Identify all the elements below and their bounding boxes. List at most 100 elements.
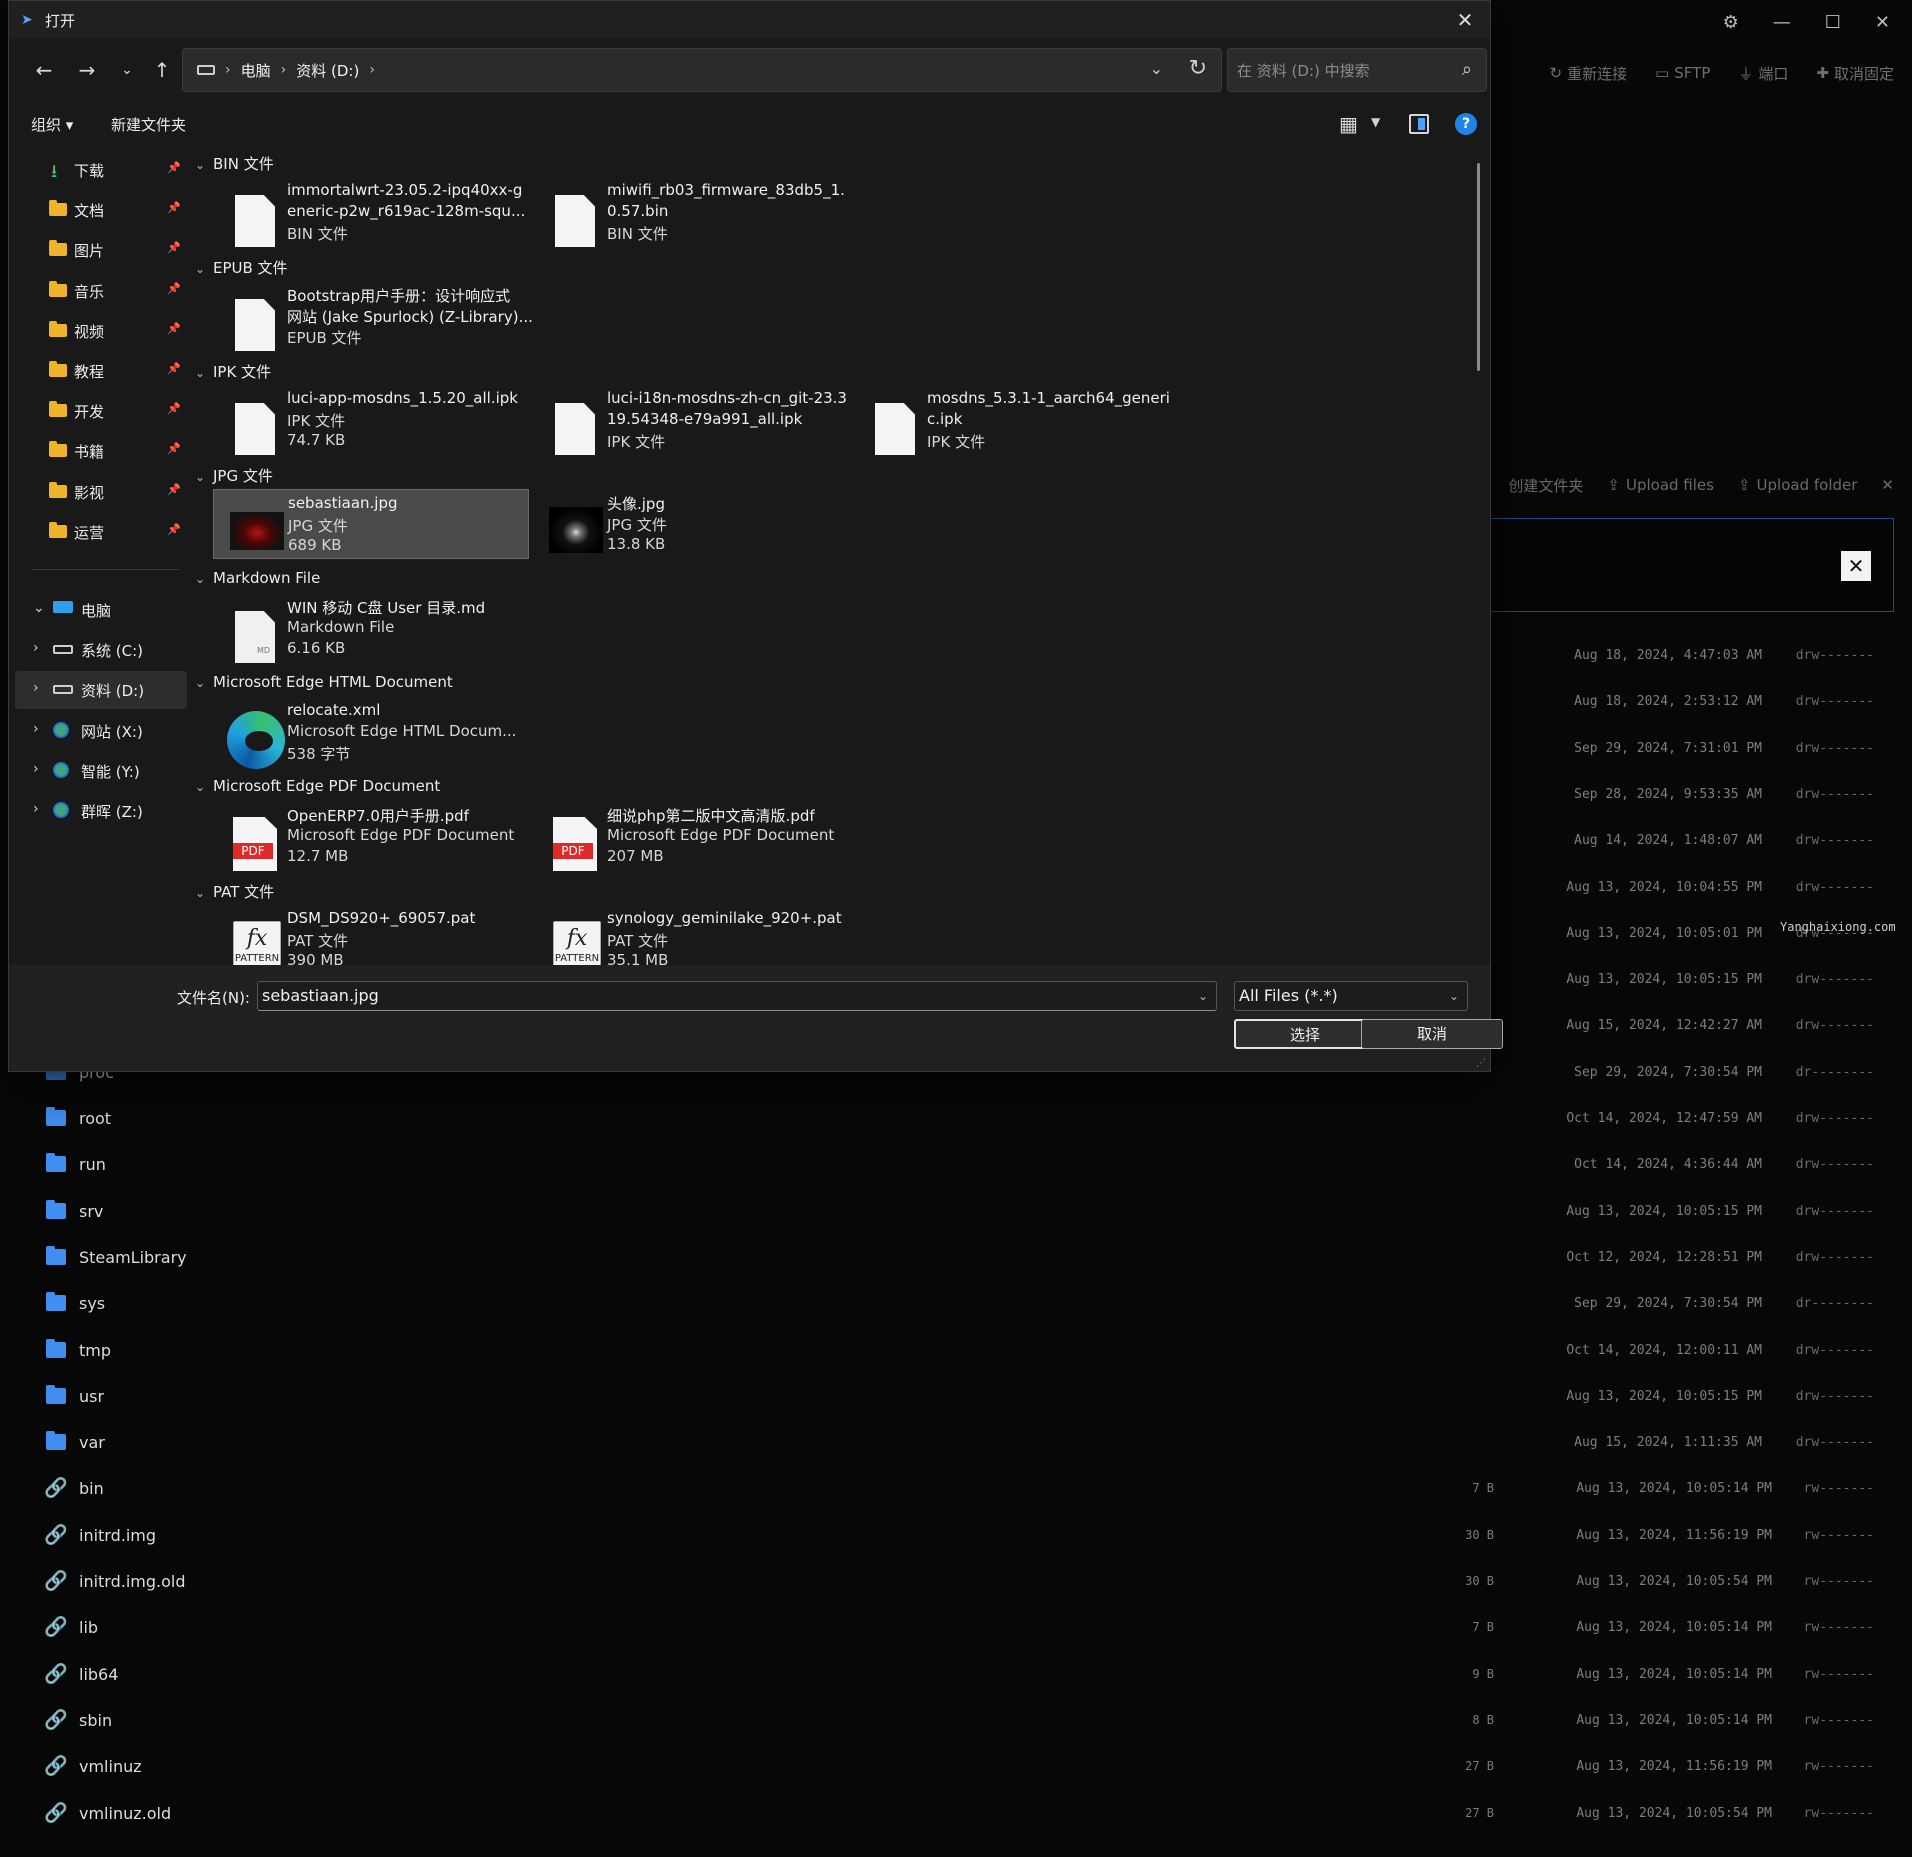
quick-access-item[interactable]: 视频 📌: [15, 312, 187, 350]
file-item[interactable]: fx PATTERN DSM_DS920+_69057.pat PAT 文件 390 M…: [213, 905, 529, 965]
group-collapse-chevron-icon[interactable]: ⌄: [195, 780, 213, 794]
reconnect-button[interactable]: ↻ 重新连接: [1550, 63, 1628, 84]
tree-item[interactable]: › 智能 (Y:): [15, 752, 187, 790]
group-collapse-chevron-icon[interactable]: ⌄: [195, 886, 213, 900]
maximize-icon[interactable]: ☐: [1825, 12, 1841, 33]
tree-item[interactable]: › 系统 (C:): [15, 631, 187, 669]
back-arrow-icon[interactable]: ←: [29, 56, 59, 84]
tree-item[interactable]: › 群晖 (Z:): [15, 792, 187, 830]
chevron-down-icon[interactable]: ⌄: [1198, 982, 1208, 1010]
tree-expand-chevron-icon[interactable]: ›: [33, 721, 39, 737]
filename-input[interactable]: sebastiaan.jpg ⌄: [257, 981, 1217, 1011]
file-item[interactable]: Bootstrap用户手册：设计响应式 网站 (Jake Spurlock) (Z…: [213, 281, 533, 351]
breadcrumb-drive-d[interactable]: 资料 (D:): [296, 60, 359, 81]
up-arrow-icon[interactable]: ↑: [147, 56, 177, 84]
tree-item[interactable]: ⌄ 电脑: [15, 591, 187, 629]
group-collapse-chevron-icon[interactable]: ⌄: [195, 262, 213, 276]
tree-expand-chevron-icon[interactable]: ›: [33, 680, 39, 696]
search-icon[interactable]: ⌕: [1462, 59, 1472, 80]
organize-menu-button[interactable]: 组织 ▾: [31, 114, 73, 135]
port-button[interactable]: ⏚ 端口: [1738, 63, 1788, 84]
pin-icon[interactable]: 📌: [167, 161, 181, 174]
group-collapse-chevron-icon[interactable]: ⌄: [195, 470, 213, 484]
settings-icon[interactable]: ⚙: [1723, 12, 1739, 33]
remote-file-row[interactable]: usr Aug 13, 2024, 10:05:15 PM drw-------: [0, 1375, 1912, 1421]
group-collapse-chevron-icon[interactable]: ⌄: [195, 366, 213, 380]
refresh-icon[interactable]: ↻: [1189, 56, 1207, 81]
pin-icon[interactable]: 📌: [167, 201, 181, 214]
modal-close-button[interactable]: ✕: [1841, 551, 1871, 581]
remote-file-row[interactable]: srv Aug 13, 2024, 10:05:15 PM drw-------: [0, 1190, 1912, 1236]
file-item[interactable]: PDF OpenERP7.0用户手册.pdf Microsoft Edge PDF …: [213, 801, 529, 871]
pin-icon[interactable]: 📌: [167, 523, 181, 536]
view-options-icon[interactable]: ▦: [1339, 112, 1358, 136]
pin-icon[interactable]: 📌: [167, 282, 181, 295]
remote-file-row[interactable]: run Oct 14, 2024, 4:36:44 AM drw-------: [0, 1143, 1912, 1189]
file-group-header[interactable]: ⌄ JPG 文件: [195, 465, 273, 486]
resize-grip-icon[interactable]: ⋰: [1476, 1058, 1486, 1069]
create-folder-button[interactable]: 创建文件夹: [1508, 475, 1583, 496]
quick-access-item[interactable]: 运营 📌: [15, 513, 187, 551]
file-item[interactable]: luci-app-mosdns_1.5.20_all.ipk IPK 文件 74.7…: [213, 385, 529, 455]
view-dropdown-chevron-icon[interactable]: ▼: [1371, 115, 1380, 129]
file-item[interactable]: sebastiaan.jpg JPG 文件 689 KB: [213, 489, 529, 559]
remote-file-row[interactable]: 🔗 lib 7 B Aug 13, 2024, 10:05:14 PM rw------…: [0, 1606, 1912, 1652]
pin-icon[interactable]: 📌: [167, 483, 181, 496]
file-item[interactable]: miwifi_rb03_firmware_83db5_1. 0.57.bin BIN…: [533, 177, 849, 247]
search-input[interactable]: 在 资料 (D:) 中搜索 ⌕: [1227, 48, 1487, 92]
quick-access-item[interactable]: 文档 📌: [15, 191, 187, 229]
remote-file-row[interactable]: 🔗 sbin 8 B Aug 13, 2024, 10:05:14 PM rw-----…: [0, 1699, 1912, 1745]
remote-file-row[interactable]: tmp Oct 14, 2024, 12:00:11 AM drw-------: [0, 1329, 1912, 1375]
remote-file-row[interactable]: SteamLibrary Oct 12, 2024, 12:28:51 PM drw…: [0, 1236, 1912, 1282]
file-item[interactable]: relocate.xml Microsoft Edge HTML Docum...…: [213, 697, 529, 769]
pin-icon[interactable]: 📌: [167, 402, 181, 415]
address-history-chevron-icon[interactable]: ⌄: [1150, 59, 1163, 78]
breadcrumb-separator[interactable]: ›: [369, 62, 375, 78]
preview-pane-icon[interactable]: [1409, 114, 1429, 134]
forward-arrow-icon[interactable]: →: [72, 56, 102, 84]
tree-expand-chevron-icon[interactable]: ›: [33, 761, 39, 777]
cancel-button[interactable]: 取消: [1361, 1019, 1503, 1049]
remote-file-row[interactable]: 🔗 initrd.img 30 B Aug 13, 2024, 11:56:19 PM…: [0, 1514, 1912, 1560]
new-folder-button[interactable]: 新建文件夹: [111, 114, 186, 135]
remote-file-row[interactable]: 🔗 lib64 9 B Aug 13, 2024, 10:05:14 PM rw----…: [0, 1653, 1912, 1699]
group-collapse-chevron-icon[interactable]: ⌄: [195, 572, 213, 586]
remote-file-row[interactable]: sys Sep 29, 2024, 7:30:54 PM dr--------: [0, 1282, 1912, 1328]
file-group-header[interactable]: ⌄ BIN 文件: [195, 153, 274, 174]
upload-files-button[interactable]: ⇪ Upload files: [1607, 476, 1714, 494]
file-item[interactable]: WIN 移动 C盘 User 目录.mdMarkdown File 6.16 KB: [213, 593, 529, 663]
file-item[interactable]: PDF 细说php第二版中文高清版.pdf Microsoft Edge PDF D…: [533, 801, 849, 871]
file-group-header[interactable]: ⌄ IPK 文件: [195, 361, 271, 382]
recent-locations-chevron-icon[interactable]: ⌄: [112, 56, 142, 84]
upload-folder-button[interactable]: ⇪ Upload folder: [1738, 476, 1857, 494]
file-group-header[interactable]: ⌄ EPUB 文件: [195, 257, 288, 278]
file-group-header[interactable]: ⌄ Microsoft Edge HTML Document: [195, 673, 453, 691]
tree-expand-chevron-icon[interactable]: ⌄: [33, 600, 45, 616]
quick-access-item[interactable]: 图片 📌: [15, 231, 187, 269]
group-collapse-chevron-icon[interactable]: ⌄: [195, 158, 213, 172]
quick-access-item[interactable]: 影视 📌: [15, 473, 187, 511]
chevron-down-icon[interactable]: ⌄: [1449, 982, 1459, 1010]
remote-file-row[interactable]: 🔗 vmlinuz 27 B Aug 13, 2024, 11:56:19 PM rw-…: [0, 1745, 1912, 1791]
file-group-header[interactable]: ⌄ PAT 文件: [195, 881, 274, 902]
sftp-button[interactable]: ▭ SFTP: [1655, 64, 1710, 82]
quick-access-item[interactable]: 音乐 📌: [15, 272, 187, 310]
close-icon[interactable]: ✕: [1875, 12, 1890, 33]
tree-expand-chevron-icon[interactable]: ›: [33, 640, 39, 656]
pin-icon[interactable]: 📌: [167, 442, 181, 455]
close-upload-bar-icon[interactable]: ✕: [1881, 476, 1894, 494]
pin-icon[interactable]: 📌: [167, 241, 181, 254]
tree-item[interactable]: › 网站 (X:): [15, 712, 187, 750]
file-item[interactable]: 头像.jpg JPG 文件 13.8 KB: [533, 489, 849, 559]
breadcrumb-pc[interactable]: 电脑: [241, 60, 271, 81]
remote-file-row[interactable]: root Oct 14, 2024, 12:47:59 AM drw-------: [0, 1097, 1912, 1143]
help-icon[interactable]: ?: [1455, 113, 1477, 135]
minimize-icon[interactable]: —: [1773, 12, 1791, 33]
remote-file-row[interactable]: 🔗 initrd.img.old 30 B Aug 13, 2024, 10:05:5…: [0, 1560, 1912, 1606]
file-item[interactable]: immortalwrt-23.05.2-ipq40xx-g eneric-p2w_…: [213, 177, 529, 247]
pin-icon[interactable]: 📌: [167, 322, 181, 335]
file-item[interactable]: mosdns_5.3.1-1_aarch64_generi c.ipk IPK 文件: [853, 385, 1170, 455]
unpin-button[interactable]: ✚ 取消固定: [1816, 63, 1894, 84]
quick-access-item[interactable]: 开发 📌: [15, 392, 187, 430]
file-group-header[interactable]: ⌄ Microsoft Edge PDF Document: [195, 777, 440, 795]
